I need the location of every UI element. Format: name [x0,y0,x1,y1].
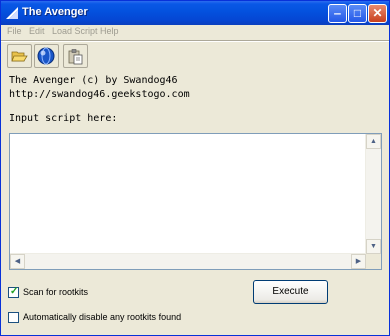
vertical-scrollbar[interactable]: ▲ ▼ [365,134,381,254]
input-script-label: Input script here: [9,113,118,124]
title-bar[interactable]: The Avenger ‒ □ ✕ [1,1,389,25]
auto-disable-label[interactable]: Automatically disable any rootkits found [23,312,181,322]
execute-button[interactable]: Execute [253,280,328,304]
open-button[interactable] [7,44,32,68]
scrollbar-corner [366,254,381,269]
paste-icon [68,49,83,65]
scan-rootkits-checkbox[interactable]: ✓ [8,286,19,298]
auto-disable-checkbox[interactable] [8,312,19,323]
menu-edit[interactable]: Edit [29,26,45,36]
maximize-button[interactable]: □ [348,4,367,23]
menu-load-script[interactable]: Load Script [52,26,98,36]
globe-icon [37,47,55,65]
menu-help[interactable]: Help [100,26,119,36]
toolbar-divider [1,40,389,42]
scroll-right-icon[interactable]: ▶ [351,254,366,269]
scroll-left-icon[interactable]: ◀ [10,254,25,269]
folder-open-icon [11,51,28,62]
menu-bar: File Edit Load Script Help [1,25,389,39]
scroll-down-icon[interactable]: ▼ [366,239,381,254]
main-window: The Avenger ‒ □ ✕ File Edit Load Script … [0,0,390,336]
checkmark-icon: ✓ [10,286,19,297]
copyright-text: The Avenger (c) by Swandog46 [9,75,178,86]
scan-rootkits-label[interactable]: Scan for rootkits [23,287,88,297]
close-button[interactable]: ✕ [368,4,387,23]
app-icon [6,7,18,19]
paste-button[interactable] [63,44,88,68]
horizontal-scrollbar[interactable]: ◀ ▶ [10,253,366,269]
window-title: The Avenger [22,6,88,18]
web-button[interactable] [34,44,59,68]
menu-file[interactable]: File [7,26,22,36]
minimize-button[interactable]: ‒ [328,4,347,23]
scroll-up-icon[interactable]: ▲ [366,134,381,149]
script-input[interactable]: ▲ ▼ ◀ ▶ [9,133,382,270]
website-link[interactable]: http://swandog46.geekstogo.com [9,89,190,100]
